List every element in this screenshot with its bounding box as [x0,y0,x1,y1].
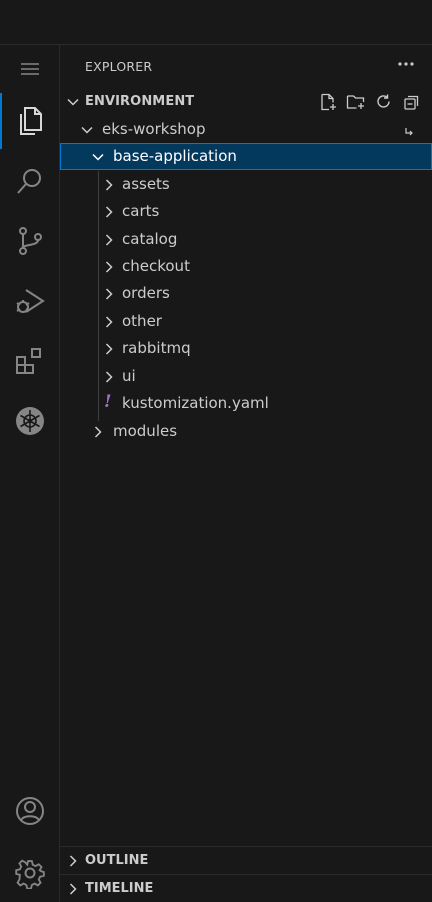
chevron-right-icon [66,853,80,872]
explorer-sidebar: EXPLORER ENVIRONMENT eks-workshop base-a… [60,45,432,902]
chevron-down-icon [80,122,94,141]
collapse-all-icon[interactable] [400,91,424,113]
tree-item-label: other [122,312,162,330]
tree-item-label: rabbitmq [122,339,191,357]
section-header-timeline[interactable]: TIMELINE [60,874,432,902]
tree-item-label: catalog [122,230,178,248]
title-bar [0,0,432,45]
chevron-right-icon [66,881,80,900]
section-title: TIMELINE [85,881,154,896]
new-file-icon[interactable] [316,91,340,113]
explorer-icon[interactable] [0,93,59,149]
tree-item-label: checkout [122,257,190,275]
menu-icon[interactable] [0,45,59,93]
tree-item-folder[interactable]: rabbitmq [60,335,432,362]
tree-item-folder[interactable]: checkout [60,253,432,280]
tree-item-folder[interactable]: assets [60,171,432,198]
chevron-right-icon [102,232,116,251]
chevron-right-icon [102,204,116,223]
tree-item-folder[interactable]: other [60,308,432,335]
new-folder-icon[interactable] [344,91,368,113]
tree-item-folder[interactable]: ui [60,363,432,390]
tree-item-folder[interactable]: carts [60,198,432,225]
sidebar-title: EXPLORER [85,59,153,74]
chevron-right-icon [102,286,116,305]
chevron-right-icon [91,424,105,443]
section-actions [316,89,432,115]
settings-gear-icon[interactable] [0,847,59,899]
chevron-right-icon [102,259,116,278]
tree-item-label: eks-workshop [102,120,206,138]
tree-item-label: orders [122,284,170,302]
account-icon[interactable] [0,787,59,835]
yaml-file-icon: ! [104,392,112,412]
search-icon[interactable] [0,153,59,209]
tree-item-folder[interactable]: modules [60,418,432,445]
chevron-right-icon [102,314,116,333]
run-debug-icon[interactable] [0,273,59,329]
tree-item-folder[interactable]: orders [60,280,432,307]
tree-item-label: modules [113,422,178,440]
chevron-right-icon [102,369,116,388]
tree-item-folder[interactable]: catalog [60,226,432,253]
tree-item-label: kustomization.yaml [122,394,269,412]
source-control-icon[interactable] [0,213,59,269]
tree-item-label: base-application [113,147,237,165]
chevron-right-icon [102,341,116,360]
ellipsis-icon[interactable] [394,53,418,75]
refresh-icon[interactable] [372,91,396,113]
section-title: ENVIRONMENT [85,94,195,109]
activity-bar [0,45,60,902]
return-arrow-icon [404,122,414,141]
chevron-down-icon [66,94,80,113]
tree-item-label: ui [122,367,136,385]
tree-item-root[interactable]: eks-workshop [60,116,432,143]
extensions-icon[interactable] [0,333,59,389]
tree-item-label: assets [122,175,170,193]
section-header-outline[interactable]: OUTLINE [60,846,432,874]
tree-item-selected-folder[interactable]: base-application [60,143,432,170]
kubernetes-icon[interactable] [0,393,59,449]
chevron-down-icon [91,149,105,168]
tree-item-file[interactable]: ! kustomization.yaml [60,390,432,417]
tree-item-label: carts [122,202,160,220]
chevron-right-icon [102,177,116,196]
section-title: OUTLINE [85,853,149,868]
sidebar-header: EXPLORER [60,45,432,87]
section-header-environment[interactable]: ENVIRONMENT [60,89,432,115]
